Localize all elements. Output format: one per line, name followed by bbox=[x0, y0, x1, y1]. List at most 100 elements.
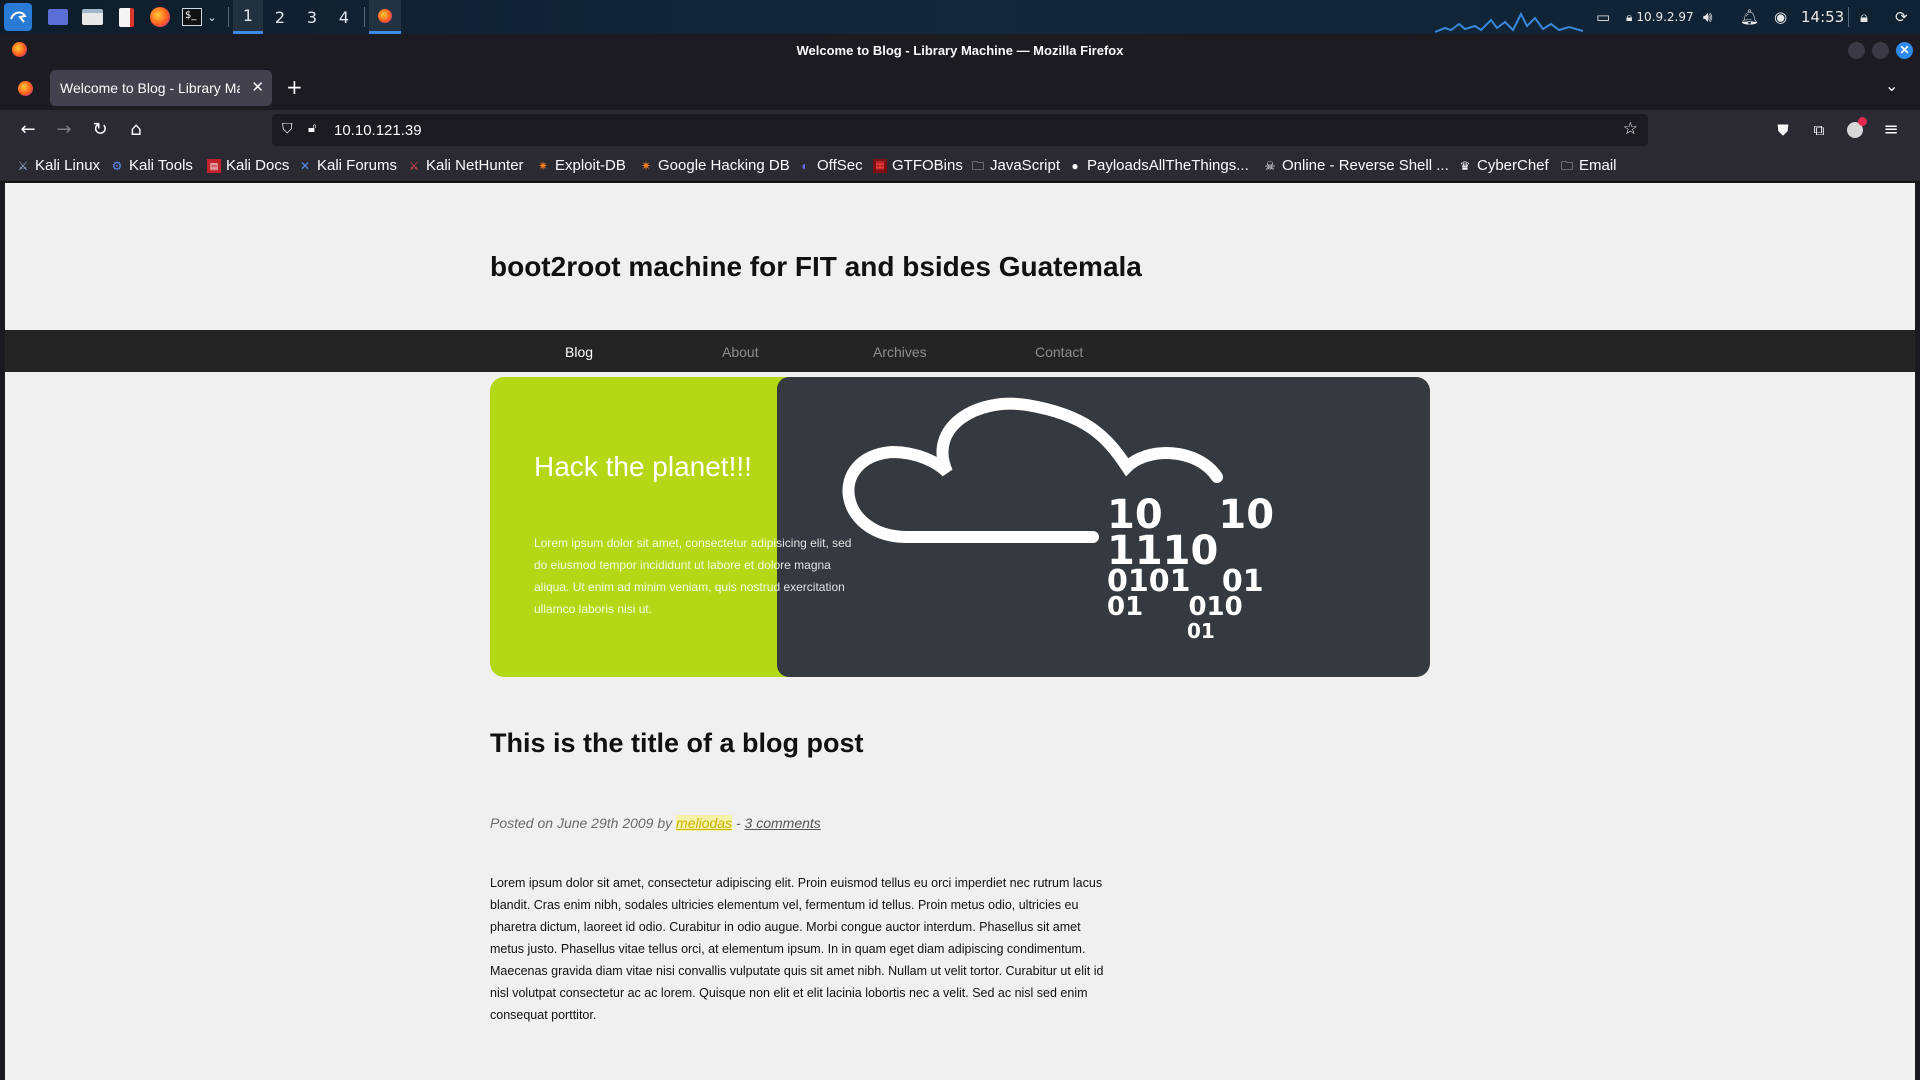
power-icon[interactable]: ⟳ bbox=[1895, 0, 1908, 34]
terminal-icon[interactable]: $_ bbox=[180, 5, 204, 29]
vpn-lock-icon: 🔒︎ bbox=[1626, 9, 1633, 24]
vpn-status[interactable]: 🔒︎ 10.9.2.97 bbox=[1626, 0, 1694, 34]
insecure-lock-icon[interactable]: 🔓︎ bbox=[308, 121, 316, 136]
kali-tools-icon: ⚙ bbox=[111, 158, 123, 173]
maximize-button[interactable] bbox=[1872, 42, 1889, 59]
hero-text: Lorem ipsum dolor sit amet, consectetur … bbox=[534, 536, 852, 616]
navigation-toolbar: ← → ↻ ⌂ ⛉ 🔓︎ 10.10.121.39 ☆ ⛊ ⧉ ≡ bbox=[0, 110, 1920, 150]
bookmark-label: Google Hacking DB bbox=[658, 157, 790, 174]
hero-heading: Hack the planet!!! bbox=[534, 451, 752, 482]
bookmark-label: Exploit-DB bbox=[555, 157, 626, 174]
bookmark-cyberchef[interactable]: ♛ CyberChef bbox=[1458, 157, 1549, 174]
bookmark-folder-javascript[interactable]: 🗀 JavaScript bbox=[971, 157, 1060, 174]
binary-line: 01 bbox=[1187, 619, 1215, 643]
bookmark-label: Kali Docs bbox=[226, 157, 290, 174]
screen-icon[interactable]: ▭ bbox=[1596, 0, 1610, 34]
nav-link-about[interactable]: About bbox=[722, 344, 759, 360]
taskbar-firefox-window[interactable] bbox=[369, 0, 401, 34]
tracking-protection-icon[interactable]: ⛉ bbox=[282, 121, 293, 137]
offsec-icon: ◐ bbox=[801, 158, 809, 173]
nav-link-contact[interactable]: Contact bbox=[1035, 344, 1083, 360]
new-tab-button[interactable]: + bbox=[286, 75, 303, 99]
bookmark-offsec[interactable]: ◐ OffSec bbox=[798, 157, 863, 174]
github-icon: ● bbox=[1071, 158, 1079, 173]
post-author-link[interactable]: meliodas bbox=[676, 815, 733, 831]
nav-link-blog[interactable]: Blog bbox=[565, 344, 593, 360]
gtfobins-icon: ▦ bbox=[873, 158, 887, 173]
kali-forums-icon: ✕ bbox=[299, 158, 311, 173]
power-manager-icon[interactable]: ◉ bbox=[1774, 0, 1787, 34]
nav-link-archives[interactable]: Archives bbox=[873, 344, 927, 360]
workspace-2[interactable]: 2 bbox=[265, 0, 295, 34]
exploit-db-icon: ✷ bbox=[537, 158, 549, 173]
url-text[interactable]: 10.10.121.39 bbox=[334, 122, 422, 139]
bookmark-star-icon[interactable]: ☆ bbox=[1623, 119, 1638, 139]
bookmark-exploit-db[interactable]: ✷ Exploit-DB bbox=[536, 157, 626, 174]
network-graph-icon bbox=[1435, 11, 1584, 33]
post-body: Lorem ipsum dolor sit amet, consectetur … bbox=[490, 876, 1104, 1022]
minimize-button[interactable] bbox=[1848, 42, 1865, 59]
bookmark-label: OffSec bbox=[817, 157, 863, 174]
bookmark-label: CyberChef bbox=[1477, 157, 1549, 174]
site-nav: Blog About Archives Contact bbox=[5, 330, 1915, 372]
workspace-3[interactable]: 3 bbox=[297, 0, 327, 34]
vpn-ip-label: 10.9.2.97 bbox=[1636, 10, 1694, 24]
bookmark-reverse-shell[interactable]: ☠ Online - Reverse Shell ... bbox=[1263, 157, 1449, 174]
firefox-icon[interactable] bbox=[148, 5, 172, 29]
lock-screen-icon[interactable]: 🔒︎ bbox=[1860, 0, 1868, 34]
post-comments-link[interactable]: 3 comments bbox=[745, 815, 821, 831]
file-manager-icon[interactable] bbox=[80, 5, 104, 29]
bookmark-kali-docs[interactable]: ▤ Kali Docs bbox=[207, 157, 289, 174]
skull-icon: ☠ bbox=[1264, 158, 1276, 173]
bookmark-kali-tools[interactable]: ⚙ Kali Tools bbox=[110, 157, 193, 174]
chef-icon: ♛ bbox=[1459, 158, 1471, 173]
show-desktop-icon[interactable] bbox=[46, 5, 70, 29]
bookmark-kali-linux[interactable]: ⚔ Kali Linux bbox=[16, 157, 100, 174]
home-button[interactable]: ⌂ bbox=[124, 118, 148, 142]
close-tab-icon[interactable]: ✕ bbox=[251, 78, 264, 96]
cloud-icon bbox=[842, 397, 1223, 543]
forward-button[interactable]: → bbox=[52, 118, 76, 142]
text-editor-icon[interactable] bbox=[114, 5, 138, 29]
folder-icon: 🗀 bbox=[1560, 158, 1573, 173]
reload-button[interactable]: ↻ bbox=[88, 118, 112, 142]
kali-icon: ⚔ bbox=[17, 158, 29, 173]
kali-docs-icon: ▤ bbox=[207, 158, 221, 173]
app-menu-icon[interactable]: ≡ bbox=[1879, 118, 1903, 142]
close-window-button[interactable]: ✕ bbox=[1896, 42, 1913, 59]
bookmark-label: Kali NetHunter bbox=[426, 157, 524, 174]
pocket-icon[interactable]: ⛊ bbox=[1771, 118, 1795, 142]
bookmark-label: Kali Forums bbox=[317, 157, 398, 174]
chevron-down-icon[interactable]: ⌄ bbox=[204, 5, 220, 29]
extensions-icon[interactable]: ⧉ bbox=[1807, 118, 1831, 142]
kali-menu-icon[interactable] bbox=[4, 3, 32, 31]
bookmark-label: PayloadsAllTheThings... bbox=[1087, 157, 1249, 174]
list-all-tabs-icon[interactable]: ⌄ bbox=[1885, 76, 1898, 95]
taskbar: $_ ⌄ 1 2 3 4 ▭ 🔒︎ 10.9.2.97 🔊︎ 🔔︎ ◉ 14:5… bbox=[0, 0, 1920, 34]
notifications-icon[interactable]: 🔔︎ bbox=[1740, 0, 1759, 34]
page-content: boot2root machine for FIT and bsides Gua… bbox=[5, 183, 1915, 1080]
bookmark-kali-nethunter[interactable]: ⚔ Kali NetHunter bbox=[407, 157, 524, 174]
post-title: This is the title of a blog post bbox=[490, 728, 864, 758]
meta-separator: - bbox=[735, 815, 741, 831]
bookmark-gtfobins[interactable]: ▦ GTFOBins bbox=[873, 157, 963, 174]
bookmark-folder-email[interactable]: 🗀 Email bbox=[1560, 157, 1617, 174]
workspace-4[interactable]: 4 bbox=[329, 0, 359, 34]
bookmark-label: JavaScript bbox=[990, 157, 1061, 174]
bookmark-payloadsallthethings[interactable]: ● PayloadsAllTheThings... bbox=[1068, 157, 1249, 174]
firefox-view-icon[interactable] bbox=[18, 81, 33, 96]
back-button[interactable]: ← bbox=[16, 118, 40, 142]
window-titlebar: Welcome to Blog - Library Machine — Mozi… bbox=[0, 34, 1920, 66]
bookmark-label: Kali Tools bbox=[129, 157, 193, 174]
tab-active[interactable]: Welcome to Blog - Library Machine ✕ bbox=[50, 70, 272, 106]
bookmark-kali-forums[interactable]: ✕ Kali Forums bbox=[298, 157, 397, 174]
url-bar[interactable]: ⛉ 🔓︎ 10.10.121.39 ☆ bbox=[272, 114, 1648, 146]
workspace-1[interactable]: 1 bbox=[233, 0, 263, 34]
bookmark-label: Kali Linux bbox=[35, 157, 101, 174]
cloud-binary-image: 10 10 1110 0101 01 01 010 01 bbox=[777, 377, 1430, 677]
volume-icon[interactable]: 🔊︎ bbox=[1703, 0, 1712, 34]
account-icon[interactable] bbox=[1843, 117, 1867, 142]
clock[interactable]: 14:53 bbox=[1801, 0, 1844, 34]
site-title: boot2root machine for FIT and bsides Gua… bbox=[490, 251, 1142, 282]
bookmark-google-hacking-db[interactable]: ✷ Google Hacking DB bbox=[639, 157, 790, 174]
